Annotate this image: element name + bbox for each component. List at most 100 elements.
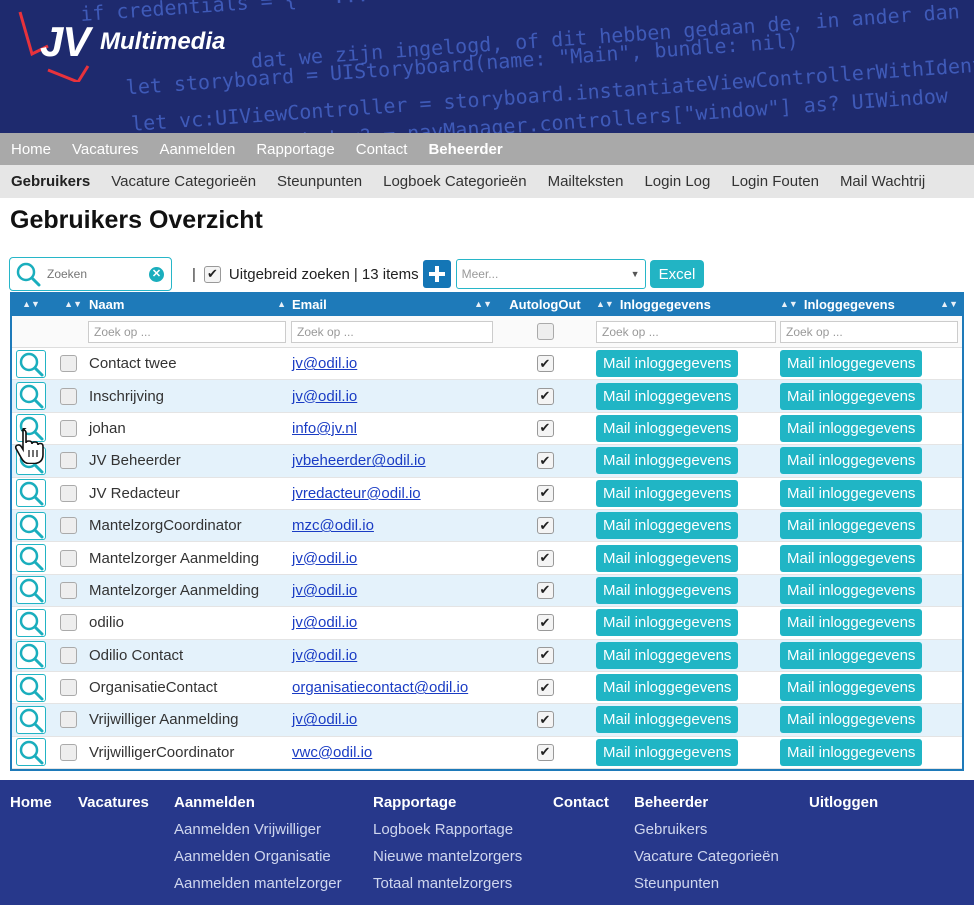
view-user-button[interactable] (16, 382, 46, 411)
footer-link[interactable]: Gebruikers (634, 821, 779, 838)
mail-inloggegevens-button[interactable]: Mail inloggegevens (596, 544, 739, 572)
row-select-checkbox[interactable] (59, 646, 77, 664)
subnav-item-mail-wachtrij[interactable]: Mail Wachtrij (840, 173, 925, 190)
mail-inloggegevens-button[interactable]: Mail inloggegevens (596, 350, 739, 378)
row-select-checkbox[interactable] (59, 581, 77, 599)
user-email-link[interactable]: vwc@odil.io (292, 744, 372, 761)
filter-naam-input[interactable]: Zoek op ... (88, 320, 286, 343)
mail-inloggegevens-button[interactable]: Mail inloggegevens (780, 479, 923, 507)
user-email-link[interactable]: info@jv.nl (292, 420, 357, 437)
nav-item-contact[interactable]: Contact (356, 141, 408, 158)
mail-inloggegevens-button[interactable]: Mail inloggegevens (780, 609, 923, 637)
view-user-button[interactable] (16, 544, 46, 573)
col-header-email[interactable]: Email ▲▼ (290, 292, 496, 316)
view-user-button[interactable] (16, 608, 46, 637)
col-header-inloggegevens-1[interactable]: ▲▼ Inloggegevens (594, 292, 778, 316)
more-select[interactable]: Meer... ▼ (455, 259, 646, 289)
view-user-button[interactable] (16, 576, 46, 605)
mail-inloggegevens-button[interactable]: Mail inloggegevens (780, 382, 923, 410)
mail-inloggegevens-button[interactable]: Mail inloggegevens (596, 512, 739, 540)
view-user-button[interactable] (16, 479, 46, 508)
col-header-naam[interactable]: Naam ▲ (86, 292, 290, 316)
mail-inloggegevens-button[interactable]: Mail inloggegevens (780, 674, 923, 702)
subnav-item-login-log[interactable]: Login Log (644, 173, 710, 190)
view-user-button[interactable] (16, 738, 46, 767)
footer-link[interactable]: Nieuwe mantelzorgers (373, 848, 522, 865)
mail-inloggegevens-button[interactable]: Mail inloggegevens (780, 706, 923, 734)
row-select-checkbox[interactable] (59, 387, 77, 405)
subnav-item-gebruikers[interactable]: Gebruikers (11, 173, 90, 190)
mail-inloggegevens-button[interactable]: Mail inloggegevens (780, 641, 923, 669)
nav-item-aanmelden[interactable]: Aanmelden (159, 141, 235, 158)
col-header-inloggegevens-2[interactable]: ▲▼ Inloggegevens ▲▼ (778, 292, 962, 316)
row-select-checkbox[interactable] (59, 614, 77, 632)
view-user-button[interactable] (16, 641, 46, 670)
user-email-link[interactable]: jv@odil.io (292, 355, 357, 372)
col-header-select[interactable]: ▲▼ (50, 292, 86, 316)
footer-link[interactable]: Aanmelden Organisatie (174, 848, 342, 865)
autologout-checkbox[interactable]: ✔ (536, 355, 554, 373)
footer-link-aanmelden[interactable]: Aanmelden (174, 794, 342, 811)
autologout-checkbox[interactable]: ✔ (536, 743, 554, 761)
mail-inloggegevens-button[interactable]: Mail inloggegevens (596, 576, 739, 604)
mail-inloggegevens-button[interactable]: Mail inloggegevens (780, 350, 923, 378)
user-email-link[interactable]: jv@odil.io (292, 614, 357, 631)
footer-link[interactable]: Vacature Categorieën (634, 848, 779, 865)
mail-inloggegevens-button[interactable]: Mail inloggegevens (596, 641, 739, 669)
filter-inlog-1-input[interactable]: Zoek op ... (596, 320, 776, 343)
subnav-item-mailteksten[interactable]: Mailteksten (548, 173, 624, 190)
user-email-link[interactable]: organisatiecontact@odil.io (292, 679, 468, 696)
footer-link[interactable]: Steunpunten (634, 875, 779, 892)
user-email-link[interactable]: jvredacteur@odil.io (292, 485, 421, 502)
autologout-checkbox[interactable]: ✔ (536, 549, 554, 567)
row-select-checkbox[interactable] (59, 743, 77, 761)
mail-inloggegevens-button[interactable]: Mail inloggegevens (596, 382, 739, 410)
row-select-checkbox[interactable] (59, 711, 77, 729)
mail-inloggegevens-button[interactable]: Mail inloggegevens (780, 414, 923, 442)
mail-inloggegevens-button[interactable]: Mail inloggegevens (780, 576, 923, 604)
footer-link-vacatures[interactable]: Vacatures (78, 794, 149, 811)
user-email-link[interactable]: jv@odil.io (292, 550, 357, 567)
row-select-checkbox[interactable] (59, 419, 77, 437)
view-user-button[interactable] (16, 414, 46, 443)
subnav-item-logboek-categorieen[interactable]: Logboek Categorieën (383, 173, 526, 190)
user-email-link[interactable]: jvbeheerder@odil.io (292, 452, 426, 469)
subnav-item-steunpunten[interactable]: Steunpunten (277, 173, 362, 190)
add-user-button[interactable] (422, 260, 451, 288)
view-user-button[interactable] (16, 446, 46, 475)
clear-search-icon[interactable]: ✕ (149, 267, 164, 282)
mail-inloggegevens-button[interactable]: Mail inloggegevens (596, 706, 739, 734)
row-select-checkbox[interactable] (59, 355, 77, 373)
mail-inloggegevens-button[interactable]: Mail inloggegevens (596, 738, 739, 766)
user-email-link[interactable]: mzc@odil.io (292, 517, 374, 534)
nav-item-beheerder[interactable]: Beheerder (428, 141, 502, 158)
excel-export-button[interactable]: Excel (649, 260, 705, 288)
row-select-checkbox[interactable] (59, 484, 77, 502)
footer-link-rapportage[interactable]: Rapportage (373, 794, 522, 811)
subnav-item-login-fouten[interactable]: Login Fouten (731, 173, 819, 190)
autologout-checkbox[interactable]: ✔ (536, 711, 554, 729)
user-email-link[interactable]: jv@odil.io (292, 582, 357, 599)
footer-link[interactable]: Logboek Rapportage (373, 821, 522, 838)
view-user-button[interactable] (16, 673, 46, 702)
view-user-button[interactable] (16, 511, 46, 540)
mail-inloggegevens-button[interactable]: Mail inloggegevens (780, 738, 923, 766)
row-select-checkbox[interactable] (59, 452, 77, 470)
nav-item-vacatures[interactable]: Vacatures (72, 141, 138, 158)
search-input[interactable] (47, 267, 147, 281)
mail-inloggegevens-button[interactable]: Mail inloggegevens (596, 479, 739, 507)
row-select-checkbox[interactable] (59, 517, 77, 535)
filter-inlog-2-input[interactable]: Zoek op ... (780, 320, 958, 343)
mail-inloggegevens-button[interactable]: Mail inloggegevens (780, 544, 923, 572)
autologout-checkbox[interactable]: ✔ (536, 614, 554, 632)
mail-inloggegevens-button[interactable]: Mail inloggegevens (596, 447, 739, 475)
mail-inloggegevens-button[interactable]: Mail inloggegevens (596, 674, 739, 702)
col-header-view[interactable]: ▲▼ (12, 292, 50, 316)
user-email-link[interactable]: jv@odil.io (292, 388, 357, 405)
col-header-autologout[interactable]: AutologOut (496, 292, 594, 316)
view-user-button[interactable] (16, 705, 46, 734)
filter-autologout-checkbox[interactable] (536, 323, 554, 340)
footer-link-home[interactable]: Home (10, 794, 52, 811)
row-select-checkbox[interactable] (59, 549, 77, 567)
autologout-checkbox[interactable]: ✔ (536, 646, 554, 664)
